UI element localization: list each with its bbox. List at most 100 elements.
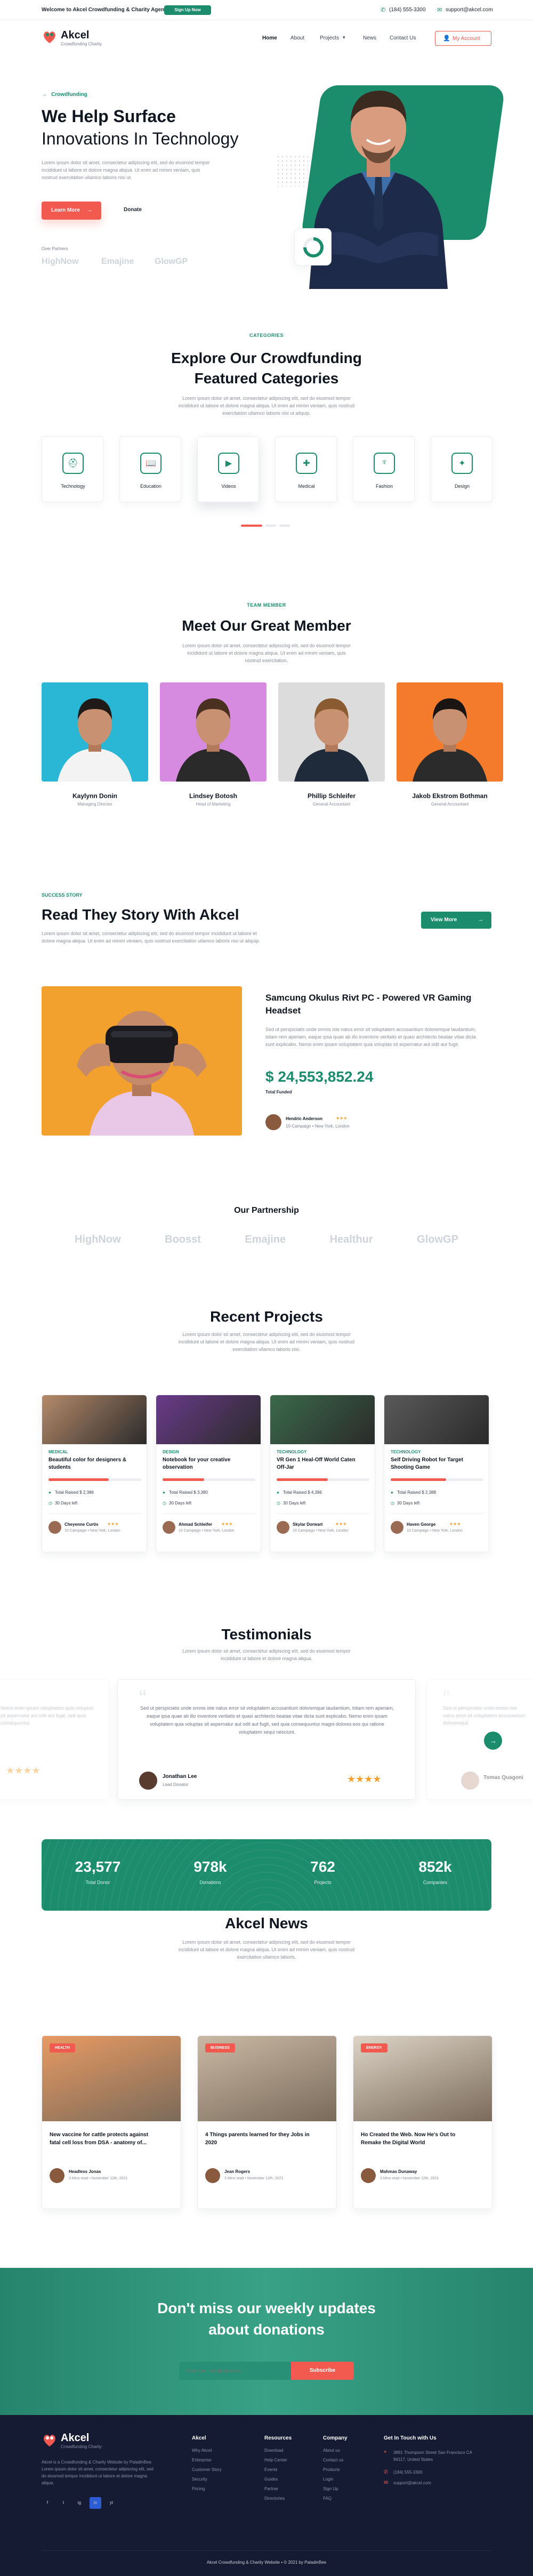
team-member-card[interactable]: Jakob Ekstrom Bothman General Accountant (397, 682, 503, 816)
footer-link[interactable]: Customer Story (192, 2467, 245, 2472)
brand-logo-icon[interactable] (42, 2432, 58, 2448)
nav-projects[interactable]: Projects (320, 35, 339, 41)
product-title-1[interactable]: Samcung Okulus Rivt PC - Powered VR Gami… (265, 993, 471, 1003)
footer-link[interactable]: Pricing (192, 2486, 245, 2491)
testimonial-quote: Sed ut perspiciatis unde omnis iste natu… (140, 1705, 394, 1735)
footer-link[interactable]: Why Akcel (192, 2448, 245, 2453)
project-author[interactable]: Haven George (407, 1522, 435, 1527)
footer-link[interactable]: Help Center (264, 2458, 318, 2462)
project-author-meta: 10 Campaign • New York, London (293, 1529, 349, 1533)
footer-link[interactable]: Products (323, 2467, 376, 2472)
hero-title-1: We Help Surface (42, 107, 176, 126)
clock-icon: ◷ (391, 1501, 394, 1506)
footer-link[interactable]: Login (323, 2477, 376, 2482)
brand-name[interactable]: Akcel (61, 29, 89, 42)
footer-brand[interactable]: Akcel (61, 2432, 89, 2444)
team-member-card[interactable]: Kaylynn Donin Managing Director (42, 682, 148, 816)
category-card[interactable]: ♆ Fashion (353, 436, 415, 502)
footer-link[interactable]: About us (323, 2448, 376, 2453)
email-text[interactable]: support@akcel.com (446, 7, 493, 13)
category-card[interactable]: ✚ Medical (275, 436, 337, 502)
news-author[interactable]: Mahmas Dunaway (380, 2169, 417, 2174)
news-title-1[interactable]: 4 Things parents learned for they Jobs i… (205, 2132, 310, 2138)
donate-button[interactable]: Donate (124, 207, 142, 213)
news-author[interactable]: Headless Jonas (69, 2169, 101, 2174)
team-member-card[interactable]: Lindsey Botosh Head of Marketing (160, 682, 266, 816)
project-author[interactable]: Cheyenne Curtis (64, 1522, 99, 1527)
learn-more-button[interactable]: Learn More → (42, 202, 101, 220)
news-tag[interactable]: BUSINESS (205, 2043, 235, 2052)
category-label: Technology (61, 484, 85, 489)
footer-link[interactable]: Download (264, 2448, 318, 2453)
footer-link[interactable]: Events (264, 2467, 318, 2472)
footer-link[interactable]: Sign Up (323, 2486, 376, 2491)
project-title-2[interactable]: Off-Jar (277, 1464, 294, 1470)
footer-email[interactable]: support@akcel.com (393, 2481, 431, 2485)
project-title-1[interactable]: Notebook for your creative (163, 1457, 230, 1463)
project-card[interactable]: TECHNOLOGY Self Driving Robot for Target S… (384, 1395, 489, 1552)
footer-link[interactable]: Directories (264, 2496, 318, 2501)
footer-link[interactable]: Contact us (323, 2458, 376, 2462)
project-title-2[interactable]: students (49, 1464, 71, 1470)
news-card[interactable]: HEALTH New vaccine for cattle protects ag… (42, 2035, 181, 2209)
subscribe-button[interactable]: Subscribe (291, 2362, 354, 2380)
news-author[interactable]: Jean Rogers (224, 2169, 250, 2174)
signup-button[interactable]: Sign Up Now (164, 5, 211, 15)
social-yt-icon[interactable]: yt (106, 2497, 117, 2509)
team-member-card[interactable]: Phillip Schleifer General Accountant (278, 682, 385, 816)
footer-link[interactable]: Security (192, 2477, 245, 2482)
phone-text[interactable]: (184) 555-3300 (389, 7, 425, 13)
nav-contact[interactable]: Contact Us (390, 35, 416, 41)
news-card[interactable]: BUSINESS 4 Things parents learned for the… (197, 2035, 337, 2209)
project-title-1[interactable]: Self Driving Robot for Target (391, 1457, 463, 1463)
social-t-icon[interactable]: t (58, 2497, 69, 2509)
chevron-down-icon[interactable]: ▾ (343, 35, 345, 41)
news-title-1[interactable]: Ho Created the Web. Now He's Out to (361, 2132, 455, 2138)
category-card[interactable]: 📖 Education (119, 436, 181, 502)
news-card[interactable]: ENERGY Ho Created the Web. Now He's Out t… (353, 2035, 492, 2209)
project-card[interactable]: DESIGN Notebook for your creative observat… (156, 1395, 261, 1552)
author-name[interactable]: Hendric Anderson (286, 1116, 322, 1121)
arrow-right-icon: → (42, 92, 47, 98)
social-in-icon[interactable]: in (90, 2497, 101, 2509)
nav-about[interactable]: About (290, 35, 304, 41)
quote-left-text: Nemo enim ipsam voluptatem quia voluptas… (1, 1705, 94, 1726)
news-title-1[interactable]: New vaccine for cattle protects against (50, 2132, 148, 2138)
my-account-button[interactable]: 👤 My Account (435, 31, 491, 46)
footer-link[interactable]: Partner (264, 2486, 318, 2491)
team-member-name: Kaylynn Donin (72, 792, 117, 800)
news-title-2[interactable]: Remake the Digital World (361, 2140, 425, 2146)
category-card[interactable]: ▶ Videos (197, 436, 259, 502)
news-title-2[interactable]: fatal cell loss from DSA - anatomy of... (50, 2140, 147, 2146)
category-card[interactable]: ✦ Design (431, 436, 492, 502)
footer-link[interactable]: Enterprise (192, 2458, 245, 2462)
project-title-2[interactable]: Shooting Game (391, 1464, 430, 1470)
news-tag[interactable]: HEALTH (50, 2043, 75, 2052)
project-card[interactable]: TECHNOLOGY VR Gen 1 Heal-Off World Caten O… (270, 1395, 375, 1552)
news-tag[interactable]: ENERGY (361, 2043, 387, 2052)
footer-link[interactable]: Guides (264, 2477, 318, 2482)
nav-home[interactable]: Home (262, 35, 277, 41)
project-title-1[interactable]: VR Gen 1 Heal-Off World Caten (277, 1457, 356, 1463)
project-author[interactable]: Ahmad Schleifer (179, 1522, 212, 1527)
nav-news[interactable]: News (363, 35, 376, 41)
testimonial-next-button[interactable]: → (484, 1732, 502, 1750)
project-card[interactable]: MEDICAL Beautiful color for designers & st… (42, 1395, 147, 1552)
team-member-photo (42, 682, 148, 782)
project-title-2[interactable]: observation (163, 1464, 193, 1470)
clock-icon: ◷ (163, 1501, 166, 1506)
social-f-icon[interactable]: f (42, 2497, 53, 2509)
footer-link[interactable]: FAQ (323, 2496, 376, 2501)
product-title-2[interactable]: Headset (265, 1005, 301, 1016)
category-card[interactable]: ⛑ Technology (42, 436, 103, 502)
news-section: Akcel News Lorem ipsum dolor sit amet, c… (0, 1909, 533, 2228)
social-ig-icon[interactable]: ig (74, 2497, 85, 2509)
view-more-button[interactable]: View More → (421, 912, 491, 929)
email-field[interactable] (179, 2362, 291, 2380)
news-title-2[interactable]: 2020 (205, 2140, 217, 2146)
project-title-1[interactable]: Beautiful color for designers & (49, 1457, 126, 1463)
footer-phone[interactable]: (184) 555-3300 (393, 2470, 423, 2475)
carousel-indicator[interactable] (241, 525, 292, 527)
project-author[interactable]: Skylar Dorwart (293, 1522, 322, 1527)
brand-logo-icon[interactable] (42, 29, 58, 45)
